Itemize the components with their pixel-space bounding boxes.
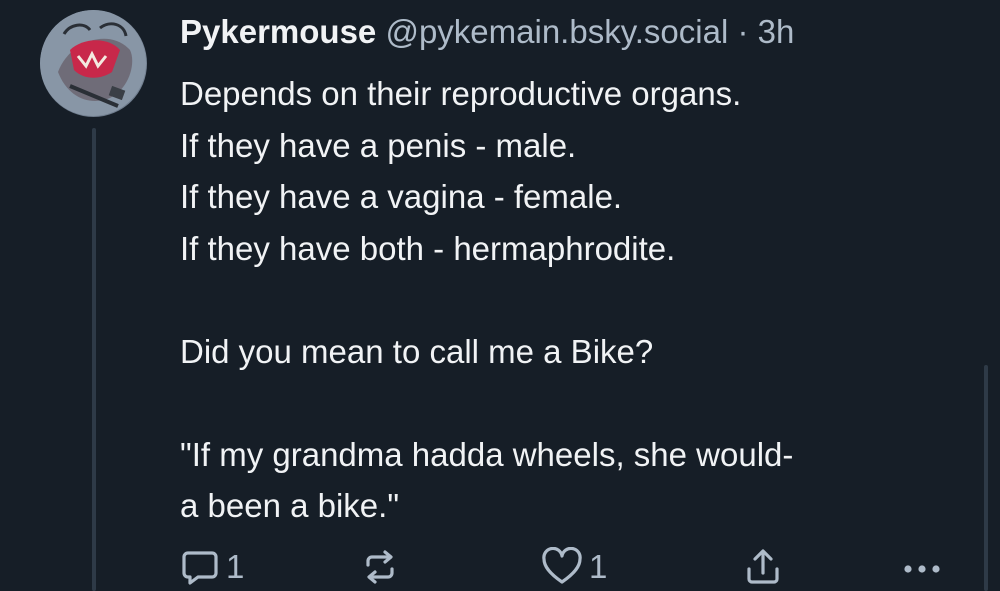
thread-line [92, 128, 96, 591]
share-icon [744, 547, 782, 587]
post-header: Pykermouse @pykemain.bsky.social · 3h [180, 10, 794, 54]
repost-icon [360, 547, 400, 587]
author-display-name[interactable]: Pykermouse [180, 13, 376, 50]
author-handle[interactable]: @pykemain.bsky.social [385, 13, 728, 50]
like-button[interactable]: 1 [541, 545, 607, 589]
reply-button[interactable]: 1 [180, 545, 244, 589]
more-dots-icon [900, 547, 944, 587]
time-separator: · [737, 13, 749, 50]
repost-button[interactable] [360, 545, 400, 589]
avatar-image [40, 10, 146, 116]
share-button[interactable] [744, 545, 782, 589]
more-options-button[interactable] [900, 545, 944, 589]
heart-icon [541, 547, 583, 587]
post-body-text: Depends on their reproductive organs. If… [180, 75, 794, 524]
author-avatar[interactable] [40, 10, 147, 117]
post-timestamp[interactable]: 3h [758, 13, 795, 50]
reply-count: 1 [226, 548, 245, 585]
post-action-bar: 1 1 [0, 545, 1000, 591]
reply-bubble-icon [180, 547, 220, 587]
like-count: 1 [589, 548, 608, 585]
